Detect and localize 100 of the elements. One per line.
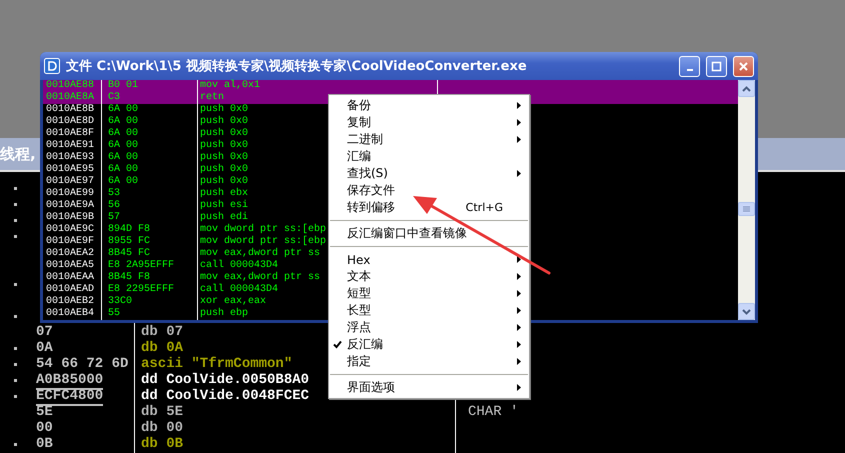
address-text: 0010AEA2	[46, 248, 94, 259]
instruction-text: mov dword ptr ss:[ebp	[200, 236, 326, 247]
address-text: 0010AE8B	[46, 104, 94, 115]
hex-bytes: 6A 00	[108, 164, 138, 175]
menu-item[interactable]: 长型	[329, 302, 529, 319]
menu-item[interactable]: 二进制	[329, 131, 529, 148]
instruction-text: push 0x0	[200, 164, 248, 175]
address-text: 0010AE9C	[46, 224, 94, 235]
menu-item[interactable]: 转到偏移 Ctrl+G	[329, 199, 529, 216]
comment-text: CHAR '	[467, 404, 518, 420]
hex-bytes: 07	[36, 324, 53, 340]
instruction-text: push 0x0	[200, 152, 248, 163]
scroll-thumb[interactable]	[738, 202, 755, 216]
grip-icon	[743, 206, 750, 212]
address-text: 0010AE8D	[46, 116, 94, 127]
hex-bytes: 6A 00	[108, 176, 138, 187]
instruction-text: push 0x0	[200, 104, 248, 115]
hex-bytes: 54 66 72 6D	[36, 356, 128, 372]
hex-bytes: 57	[108, 212, 120, 223]
menu-item[interactable]: 浮点	[329, 319, 529, 336]
menu-item[interactable]: 界面选项	[329, 379, 529, 396]
menu-item[interactable]: 保存文件	[329, 182, 529, 199]
hex-bytes: E8 2A95EFFF	[108, 260, 174, 271]
caret-down-icon	[742, 308, 751, 314]
hex-bytes: 0B	[36, 436, 53, 452]
address-text: 0010AE93	[46, 152, 94, 163]
hex-bytes: B0 01	[108, 80, 138, 91]
hex-bytes: 8B45 FC	[108, 248, 150, 259]
hex-bytes: 0A	[36, 340, 53, 356]
instruction-text: xor eax,eax	[200, 296, 266, 307]
instruction-text: push esi	[200, 200, 248, 211]
hex-bytes: 56	[108, 200, 120, 211]
menu-item[interactable]: 指定	[329, 353, 529, 370]
address-text: 0010AEAD	[46, 284, 94, 295]
instruction-text: db 0A	[141, 340, 184, 356]
address-text: 0010AE91	[46, 140, 94, 151]
hex-bytes: C3	[108, 92, 120, 103]
maximize-icon	[711, 60, 722, 72]
address-text: 0010AEB2	[46, 296, 94, 307]
instruction-text: push ebp	[200, 308, 248, 319]
address-text: 0010AE97	[46, 176, 94, 187]
menu-item[interactable]: 复制	[329, 114, 529, 131]
address-text: 0010AE99	[46, 188, 94, 199]
address-text: 0010AEA5	[46, 260, 94, 271]
hex-bytes: ECFC4800	[36, 388, 104, 406]
minimize-button[interactable]	[679, 56, 700, 76]
hex-bytes: 5E	[36, 404, 53, 420]
scroll-down-button[interactable]	[738, 303, 755, 320]
instruction-text: dd CoolVide.0050B8A0	[141, 372, 310, 388]
hex-bytes: 6A 00	[108, 116, 138, 127]
instruction-text: db 0B	[141, 436, 184, 452]
menu-item[interactable]: 反汇编	[329, 336, 529, 353]
hex-bytes: 53	[108, 188, 120, 199]
menu-item[interactable]: 短型	[329, 285, 529, 302]
hex-bytes: E8 2295EFFF	[108, 284, 174, 295]
maximize-button[interactable]	[706, 56, 727, 76]
instruction-text: push 0x0	[200, 128, 248, 139]
hex-bytes: 8B45 F8	[108, 272, 150, 283]
menu-item[interactable]: 查找(S)	[329, 165, 529, 182]
address-text: 0010AE8F	[46, 128, 94, 139]
menu-item[interactable]: 备份	[329, 97, 529, 114]
hex-bytes: 6A 00	[108, 128, 138, 139]
hex-bytes: 894D F8	[108, 224, 150, 235]
instruction-text: db 07	[141, 324, 184, 340]
instruction-text: db 5E	[141, 404, 184, 420]
close-button[interactable]	[733, 56, 754, 76]
app-icon	[44, 58, 60, 74]
instruction-text: mov dword ptr ss:[ebp	[200, 224, 326, 235]
close-icon	[738, 60, 749, 72]
instruction-text: retn	[200, 92, 224, 103]
hex-bytes: 33C0	[108, 296, 132, 307]
instruction-text: push edi	[200, 212, 248, 223]
instruction-text: dd CoolVide.0048FCEC	[141, 388, 310, 404]
address-text: 0010AE88	[46, 80, 94, 91]
hex-bytes: 8955 FC	[108, 236, 150, 247]
hex-bytes: 6A 00	[108, 152, 138, 163]
instruction-text: ascii "TfrmCommon"	[141, 356, 292, 372]
instruction-text: db 00	[141, 420, 184, 436]
address-text: 0010AE9B	[46, 212, 94, 223]
instruction-text: mov eax,dword ptr ss	[200, 272, 320, 283]
instruction-text: push 0x0	[200, 176, 248, 187]
minimize-icon	[686, 68, 692, 70]
address-text: 0010AE9A	[46, 200, 94, 211]
instruction-text: push 0x0	[200, 116, 248, 127]
address-text: 0010AEB4	[46, 308, 94, 319]
menu-item[interactable]: 文本	[329, 268, 529, 285]
address-text: 0010AE8A	[46, 92, 94, 103]
instruction-text: mov eax,dword ptr ss	[200, 248, 320, 259]
address-text: 0010AE95	[46, 164, 94, 175]
instruction-text: call 000043D4	[200, 260, 278, 271]
scrollbar[interactable]	[738, 80, 755, 320]
address-text: 0010AEAA	[46, 272, 94, 283]
scroll-up-button[interactable]	[738, 80, 755, 97]
instruction-text: push ebx	[200, 188, 248, 199]
instruction-text: call 000043D4	[200, 284, 278, 295]
menu-item[interactable]: 汇编	[329, 148, 529, 165]
hex-bytes: 6A 00	[108, 104, 138, 115]
hex-bytes: 55	[108, 308, 120, 319]
menu-item[interactable]: Hex	[329, 251, 529, 268]
menu-item[interactable]: 反汇编窗口中查看镜像	[329, 225, 529, 242]
